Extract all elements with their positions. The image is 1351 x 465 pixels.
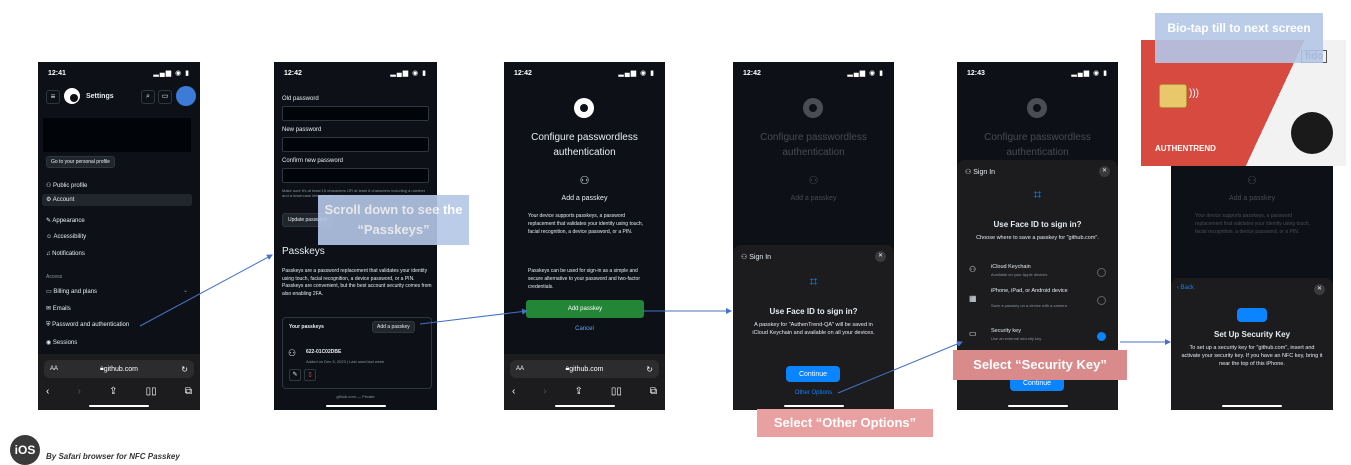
ios-badge-label: iOS: [14, 443, 36, 457]
footer-caption: By Safari browser for NFC Passkey: [46, 452, 180, 461]
arrow-1-to-2: [139, 254, 273, 327]
arrow-2-to-3: [419, 308, 528, 325]
ios-badge: iOS: [10, 435, 40, 465]
flow-arrows: [139, 254, 1171, 394]
arrow-4-to-5: [837, 341, 963, 394]
